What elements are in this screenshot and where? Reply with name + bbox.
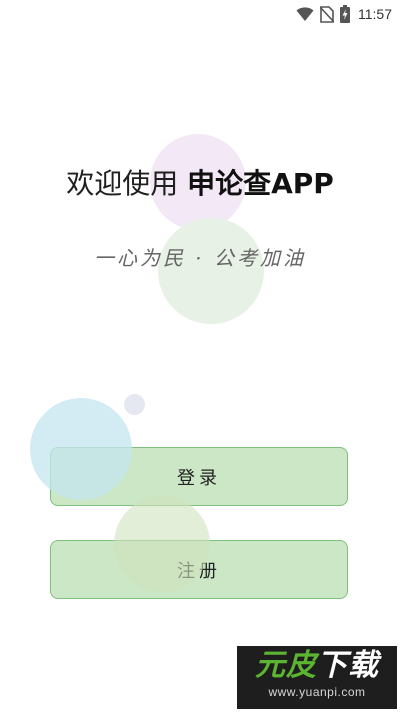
app-name: 申论查APP bbox=[187, 167, 334, 200]
decorative-bubble-small bbox=[124, 394, 145, 415]
watermark: 元皮下载 www.yuanpi.com bbox=[237, 646, 397, 709]
status-time: 11:57 bbox=[358, 6, 392, 22]
welcome-title: 欢迎使用 申论查APP bbox=[0, 164, 400, 204]
decorative-bubble-teal bbox=[30, 398, 132, 500]
watermark-url: www.yuanpi.com bbox=[268, 685, 366, 699]
watermark-logo: 元皮下载 bbox=[255, 648, 379, 683]
wifi-icon bbox=[296, 6, 314, 22]
status-icons: 11:57 bbox=[296, 5, 392, 23]
status-bar: 11:57 bbox=[0, 0, 400, 28]
battery-charging-icon bbox=[340, 5, 350, 23]
welcome-prefix: 欢迎使用 bbox=[66, 167, 188, 200]
no-sim-icon bbox=[320, 5, 334, 23]
slogan: 一心为民 · 公考加油 bbox=[93, 246, 307, 270]
decorative-bubble-green-bottom bbox=[114, 496, 210, 592]
